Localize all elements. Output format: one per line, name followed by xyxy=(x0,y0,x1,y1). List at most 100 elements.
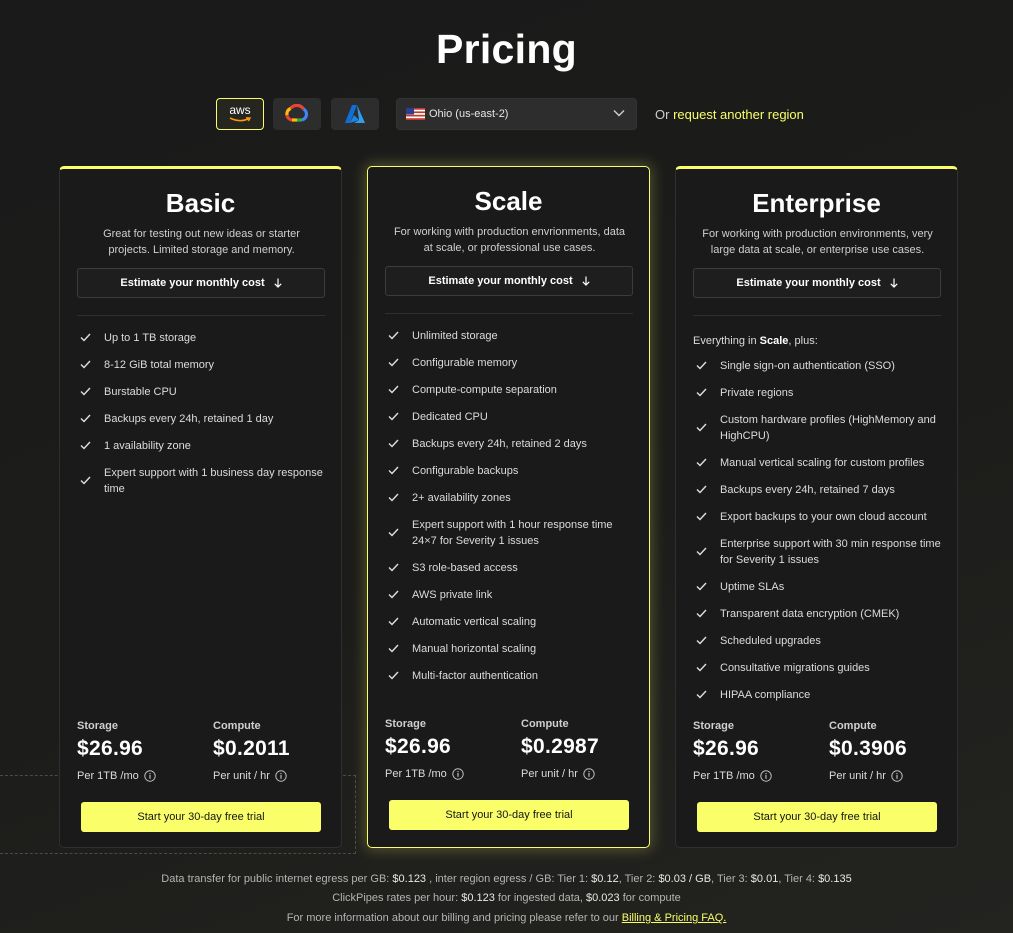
storage-label: Storage xyxy=(693,720,734,732)
feature-item: Private regions xyxy=(693,385,943,401)
feature-item: Multi-factor authentication xyxy=(385,668,635,684)
info-icon[interactable] xyxy=(760,770,772,782)
feature-text: 1 availability zone xyxy=(104,440,191,452)
check-icon xyxy=(80,333,91,342)
aws-smile-icon xyxy=(229,117,251,122)
footer-value: $0.03 / GB xyxy=(658,873,712,885)
compute-unit-text: Per unit / hr xyxy=(213,770,270,782)
feature-item: Dedicated CPU xyxy=(385,409,635,425)
region-select[interactable]: Ohio (us-east-2) xyxy=(396,98,637,130)
cloud-provider-bar: aws Ohio (us-east-2) Or request another … xyxy=(0,98,1013,130)
plan-title: Basic xyxy=(165,188,236,218)
check-icon xyxy=(388,466,399,475)
azure-button[interactable] xyxy=(331,98,379,130)
feature-text: Single sign-on authentication (SSO) xyxy=(720,360,895,372)
storage-label: Storage xyxy=(385,718,426,730)
footer-value: $0.023 xyxy=(586,892,620,904)
compute-unit: Per unit / hr xyxy=(521,768,595,780)
feature-item: AWS private link xyxy=(385,587,635,603)
feature-list: Unlimited storage Configurable memory Comp… xyxy=(385,328,635,695)
storage-unit: Per 1TB /mo xyxy=(693,770,772,782)
chevron-down-icon xyxy=(613,110,625,117)
page-title: Pricing xyxy=(435,26,578,72)
feature-text: Backups every 24h, retained 2 days xyxy=(412,438,587,450)
feature-text: Backups every 24h, retained 7 days xyxy=(720,484,895,496)
start-trial-button[interactable]: Start your 30-day free trial xyxy=(81,802,321,832)
feature-text: Consultative migrations guides xyxy=(720,662,870,674)
check-icon xyxy=(388,412,399,421)
check-icon xyxy=(388,385,399,394)
feature-text: Manual horizontal scaling xyxy=(412,643,537,655)
billing-faq-link[interactable]: Billing & Pricing FAQ. xyxy=(622,912,727,924)
feature-item: HIPAA compliance xyxy=(693,687,943,703)
feature-item: Export backups to your own cloud account xyxy=(693,509,943,525)
footer-value: $0.12 xyxy=(591,873,619,885)
info-icon[interactable] xyxy=(275,770,287,782)
feature-text: Up to 1 TB storage xyxy=(104,332,197,344)
estimate-label: Estimate your monthly cost xyxy=(120,277,265,289)
start-trial-button[interactable]: Start your 30-day free trial xyxy=(697,802,937,832)
feature-text: Multi-factor authentication xyxy=(412,670,538,682)
plan-description: For working with production environments… xyxy=(702,228,933,256)
aws-button[interactable]: aws xyxy=(216,98,264,130)
compute-price: $0.2987 xyxy=(521,735,600,758)
info-icon[interactable] xyxy=(583,768,595,780)
compute-label: Compute xyxy=(521,718,569,730)
compute-label: Compute xyxy=(213,720,261,732)
compute-unit-text: Per unit / hr xyxy=(829,770,886,782)
feature-text: 8-12 GiB total memory xyxy=(104,359,215,371)
estimate-label: Estimate your monthly cost xyxy=(428,275,573,287)
feature-item: Automatic vertical scaling xyxy=(385,614,635,630)
compute-price: $0.3906 xyxy=(829,737,908,760)
plan-card-scale: Scale For working with production envrio… xyxy=(367,166,650,848)
estimate-label: Estimate your monthly cost xyxy=(736,277,881,289)
estimate-cost-button[interactable]: Estimate your monthly cost xyxy=(77,268,325,298)
feature-item: Backups every 24h, retained 1 day xyxy=(77,411,327,427)
feature-item: 8-12 GiB total memory xyxy=(77,357,327,373)
plan-intro: Everything in Scale, plus: xyxy=(693,335,818,347)
footer-text: , Tier 2: xyxy=(618,873,656,885)
check-icon xyxy=(388,563,399,572)
footer-text: , inter region egress / GB: Tier 1: xyxy=(429,873,589,885)
storage-price: $26.96 xyxy=(77,737,144,760)
feature-item: Configurable memory xyxy=(385,355,635,371)
storage-unit-text: Per 1TB /mo xyxy=(77,770,139,782)
check-icon xyxy=(388,590,399,599)
compute-unit: Per unit / hr xyxy=(829,770,903,782)
feature-text: HIPAA compliance xyxy=(720,689,811,701)
check-icon xyxy=(696,547,707,556)
request-region-link[interactable]: request another region xyxy=(673,107,804,122)
request-region-text: Or request another region xyxy=(655,107,804,122)
storage-unit-text: Per 1TB /mo xyxy=(693,770,755,782)
feature-text: Burstable CPU xyxy=(104,386,177,398)
feature-text: S3 role-based access xyxy=(412,562,518,574)
info-icon[interactable] xyxy=(891,770,903,782)
footer-text: for compute xyxy=(622,892,681,904)
check-icon xyxy=(388,644,399,653)
divider xyxy=(693,315,941,316)
start-trial-button[interactable]: Start your 30-day free trial xyxy=(389,800,629,830)
feature-item: Backups every 24h, retained 7 days xyxy=(693,482,943,498)
divider xyxy=(385,313,633,314)
feature-item: 2+ availability zones xyxy=(385,490,635,506)
footer-text: Data transfer for public internet egress… xyxy=(161,873,390,885)
check-icon xyxy=(696,663,707,672)
check-icon xyxy=(80,360,91,369)
check-icon xyxy=(388,331,399,340)
us-flag-icon xyxy=(406,108,425,120)
feature-text: Configurable memory xyxy=(412,357,518,369)
feature-item: Up to 1 TB storage xyxy=(77,330,327,346)
compute-unit: Per unit / hr xyxy=(213,770,287,782)
footer-text: , Tier 4: xyxy=(778,873,815,885)
arrow-down-icon xyxy=(582,276,590,286)
google-cloud-button[interactable] xyxy=(273,98,321,130)
compute-price: $0.2011 xyxy=(213,737,290,760)
info-icon[interactable] xyxy=(144,770,156,782)
estimate-cost-button[interactable]: Estimate your monthly cost xyxy=(385,266,633,296)
feature-list: Up to 1 TB storage 8-12 GiB total memory B… xyxy=(77,330,327,508)
info-icon[interactable] xyxy=(452,768,464,780)
check-icon xyxy=(696,458,707,467)
aws-logo-text: aws xyxy=(229,103,251,117)
feature-text: Private regions xyxy=(720,387,794,399)
estimate-cost-button[interactable]: Estimate your monthly cost xyxy=(693,268,941,298)
